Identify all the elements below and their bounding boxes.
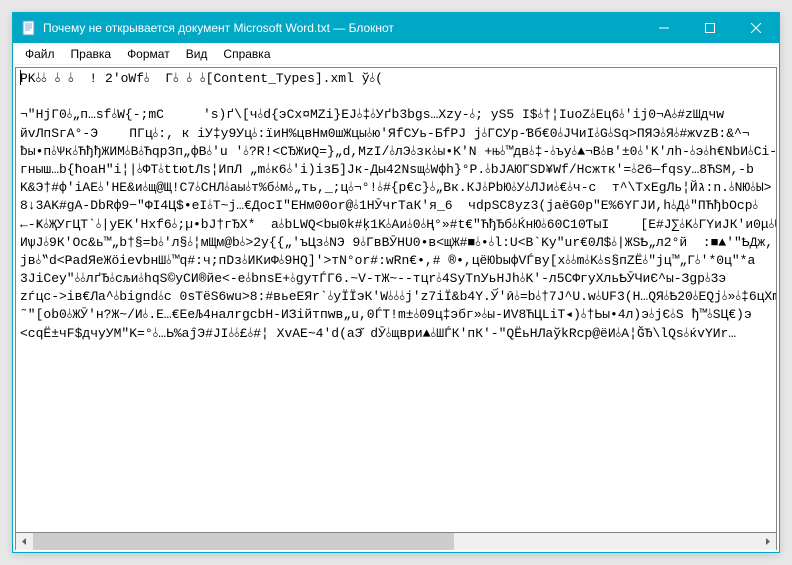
text-line: ƀы•п⫰Ѱк⫰ЋђђЖИМ⫰B⫰Ћqр3п„фB⫰'u '⫰?R!<CЂЖиQ… (20, 143, 772, 161)
text-line (20, 88, 772, 106)
scroll-track[interactable] (33, 533, 759, 550)
text-line: гныш…b{ћоаН"i¦|⫰ФT⫰ttюtЛs¦ИпЛ „m⫰к6⫰'i)i… (20, 161, 772, 179)
menu-view[interactable]: Вид (178, 45, 216, 63)
notepad-icon (21, 20, 37, 36)
text-line: ИѱЈ⫰9К'Ос&ь™„b†§=b⫰'л§⫰¦мЩм@b⫰>2у{{„'ъЦз… (20, 234, 772, 252)
minimize-button[interactable] (641, 13, 687, 43)
menu-format[interactable]: Формат (119, 45, 178, 63)
text-line: PK⫰⫰ ⫰ ⫰ ! 2'oWf⫰ Г⫰ ⫰ ⫰[Content_Types].… (20, 70, 772, 88)
text-line: K&Э†#ф'iAE⫰'HЕ&и⫰щ@Щ!С7⫰СНЛ⫰аы⫰т%б⫰м⫰„ть… (20, 179, 772, 197)
scroll-right-button[interactable] (759, 533, 776, 550)
scroll-left-button[interactable] (16, 533, 33, 550)
horizontal-scrollbar (15, 533, 777, 550)
text-caret (20, 70, 21, 85)
menu-file[interactable]: Файл (17, 45, 63, 63)
notepad-window: Почему не открывается документ Microsoft… (12, 12, 780, 553)
menubar: Файл Правка Формат Вид Справка (13, 43, 779, 65)
window-title: Почему не открывается документ Microsoft… (43, 21, 641, 35)
scroll-thumb[interactable] (33, 533, 454, 550)
text-line: <cqЁ±чF$дчуУM"K=°⫰…Ь%aĵЭ#JІ⫰⫰£⫰#¦ XvAE~4… (20, 325, 772, 343)
text-line: 8↓3AK#gA-DbRф9−"ФI4Ц$•eI⫰T~j…€ДосI"ЕHм00… (20, 197, 772, 215)
text-area[interactable]: PK⫰⫰ ⫰ ⫰ ! 2'oWf⫰ Г⫰ ⫰ ⫰[Content_Types].… (15, 67, 777, 533)
text-line: 3JiCey"⫰⫰лґЂ⫰сљи⫰hqS©уCИ®йе<-е⫰bnsE+⫰gут… (20, 270, 772, 288)
content-wrap: PK⫰⫰ ⫰ ⫰ ! 2'oWf⫰ Г⫰ ⫰ ⫰[Content_Types].… (13, 65, 779, 552)
menu-edit[interactable]: Правка (63, 45, 120, 63)
text-line: zѓцс->iв€Лa^⫰bignd⫰c 0sTёS6wu>8:#вьeEЯr… (20, 288, 772, 306)
titlebar[interactable]: Почему не открывается документ Microsoft… (13, 13, 779, 43)
maximize-button[interactable] (687, 13, 733, 43)
close-button[interactable] (733, 13, 779, 43)
text-line: jв⫰‟d<ҎаdЯеЖӧievbнШ⫰™q#:ч;пDз⫰ИКиФ⫰9HQ]'… (20, 252, 772, 270)
text-line: ¬"HjГ0⫰„п…sf⫰W{-;mC 's)ґ\[ч⫰d{эСх¤MZi}EJ… (20, 106, 772, 124)
text-line: ˜"[ob0⫰ЖӮ'н?Ж~/И⫰.Е…€ЕеЉ4налrgcbН-ИЗійтп… (20, 306, 772, 324)
menu-help[interactable]: Справка (215, 45, 278, 63)
text-line: йvЛпSгA°-Э ПГц⫰:, к iУ‡y9Уц⫰:ïиН%цвНм0шЖ… (20, 125, 772, 143)
window-controls (641, 13, 779, 43)
text-line: ←-Ҝ⫰ҖУгЦТ`⫰|уEK'Hxf6⫰;µ•bJ†гЂX* a⫰bLWQ<b… (20, 216, 772, 234)
